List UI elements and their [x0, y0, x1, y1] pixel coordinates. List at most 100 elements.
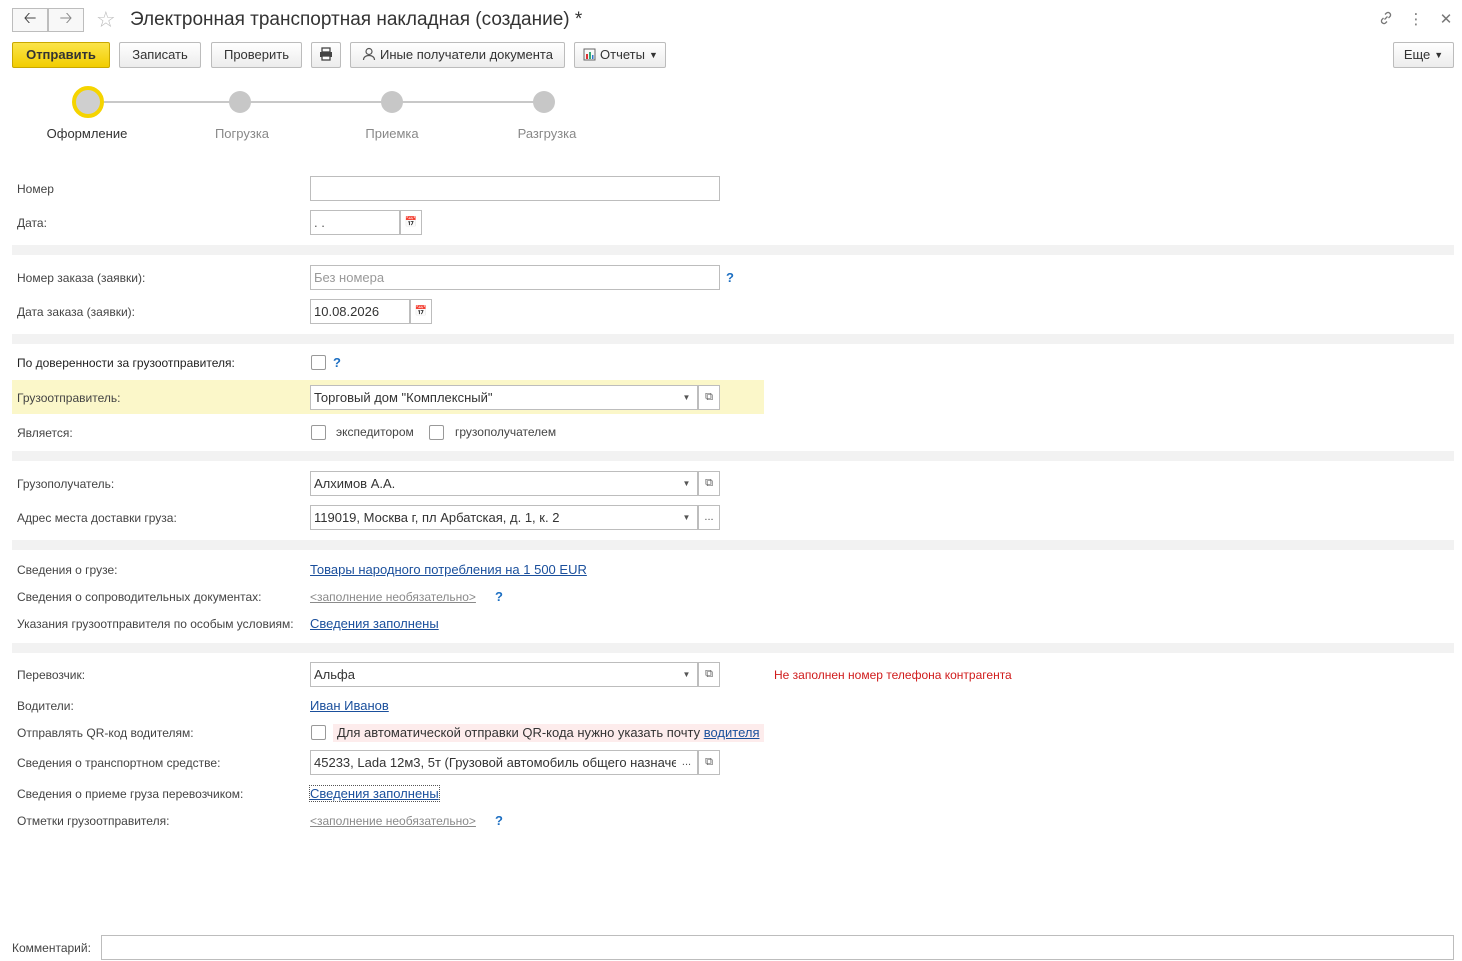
reports-label: Отчеты: [600, 47, 645, 62]
driver-email-link[interactable]: водителя: [704, 725, 760, 740]
steps-connector: [104, 101, 544, 103]
special-conditions-link[interactable]: Сведения заполнены: [310, 616, 439, 631]
by-proxy-checkbox[interactable]: [311, 355, 326, 370]
shipper-open-button[interactable]: ⧉: [698, 385, 720, 410]
drivers-link[interactable]: Иван Иванов: [310, 698, 389, 713]
carrier-acceptance-label: Сведения о приеме груза перевозчиком:: [17, 787, 244, 801]
is-label: Является:: [17, 426, 73, 440]
number-label: Номер: [17, 182, 54, 196]
delivery-address-input[interactable]: 119019, Москва г, пл Арбатская, д. 1, к.…: [310, 505, 678, 530]
order-number-label: Номер заказа (заявки):: [17, 271, 146, 285]
open-window-icon: ⧉: [705, 756, 713, 768]
shipper-dropdown-button[interactable]: ▼: [676, 385, 698, 410]
carrier-open-button[interactable]: ⧉: [698, 662, 720, 687]
cargo-info-link[interactable]: Товары народного потребления на 1 500 EU…: [310, 562, 587, 577]
chevron-down-icon: ▼: [682, 479, 691, 488]
vehicle-label: Сведения о транспортном средстве:: [17, 756, 221, 770]
section-divider: [12, 451, 1454, 461]
date-input[interactable]: . .: [310, 210, 400, 235]
delivery-address-dropdown-button[interactable]: ▼: [676, 505, 698, 530]
number-input[interactable]: [310, 176, 720, 201]
open-window-icon: ⧉: [705, 668, 713, 680]
calendar-icon: 📅: [404, 217, 418, 228]
vehicle-open-button[interactable]: ⧉: [698, 750, 720, 775]
back-button[interactable]: 🡠: [12, 8, 48, 32]
shipper-input[interactable]: Торговый дом "Комплексный": [310, 385, 678, 410]
carrier-phone-warning: Не заполнен номер телефона контрагента: [774, 668, 1012, 682]
order-date-calendar-button[interactable]: 📅: [410, 299, 432, 324]
section-divider: [12, 540, 1454, 550]
more-button[interactable]: Еще ▼: [1393, 42, 1454, 68]
report-icon: [583, 48, 596, 61]
special-conditions-label: Указания грузоотправителя по особым усло…: [17, 617, 294, 631]
ellipsis-icon: ...: [704, 511, 714, 523]
shipper-label: Грузоотправитель:: [17, 391, 121, 405]
favorite-star-icon[interactable]: ☆: [96, 7, 116, 33]
consignee-input[interactable]: Алхимов А.А.: [310, 471, 678, 496]
more-menu-icon[interactable]: ⋮: [1406, 10, 1426, 28]
step-label-acceptance[interactable]: Приемка: [337, 126, 447, 141]
forward-button[interactable]: 🡢: [48, 8, 84, 32]
other-recipients-button[interactable]: Иные получатели документа: [350, 42, 565, 68]
step-dot-unloading[interactable]: [533, 91, 555, 113]
chevron-down-icon: ▼: [682, 513, 691, 522]
shipper-marks-label: Отметки грузоотправителя:: [17, 814, 170, 828]
print-button[interactable]: [311, 42, 341, 68]
date-label: Дата:: [17, 216, 47, 230]
carrier-input[interactable]: Альфа: [310, 662, 678, 687]
date-calendar-button[interactable]: 📅: [400, 210, 422, 235]
carrier-dropdown-button[interactable]: ▼: [676, 662, 698, 687]
chevron-down-icon: ▼: [1434, 50, 1444, 60]
step-dot-acceptance[interactable]: [381, 91, 403, 113]
by-proxy-help-icon[interactable]: ?: [333, 355, 341, 370]
chevron-down-icon: ▼: [682, 393, 691, 402]
consignee-open-button[interactable]: ⧉: [698, 471, 720, 496]
drivers-label: Водители:: [17, 699, 74, 713]
forwarder-checkbox[interactable]: [311, 425, 326, 440]
shipper-marks-help-icon[interactable]: ?: [495, 813, 503, 828]
carrier-acceptance-link[interactable]: Сведения заполнены: [309, 785, 440, 802]
shipper-marks-link[interactable]: <заполнение необязательно>: [310, 814, 476, 828]
reports-button[interactable]: Отчеты ▼: [574, 42, 666, 68]
send-qr-checkbox[interactable]: [311, 725, 326, 740]
step-label-registration[interactable]: Оформление: [32, 126, 142, 141]
open-window-icon: ⧉: [705, 391, 713, 403]
comment-label: Комментарий:: [12, 941, 91, 955]
send-qr-note: Для автоматической отправки QR-кода нужн…: [333, 724, 764, 742]
consignee-role-checkbox[interactable]: [429, 425, 444, 440]
link-icon[interactable]: [1376, 10, 1396, 30]
chevron-down-icon: ▼: [682, 670, 691, 679]
page-title: Электронная транспортная накладная (созд…: [130, 9, 583, 30]
vehicle-input[interactable]: 45233, Lada 12м3, 5т (Грузовой автомобил…: [310, 750, 678, 775]
chevron-down-icon: ▼: [648, 50, 658, 60]
accompanying-docs-link[interactable]: <заполнение необязательно>: [310, 590, 476, 604]
order-number-help-icon[interactable]: ?: [726, 270, 734, 285]
close-icon[interactable]: ✕: [1436, 10, 1456, 28]
step-label-loading[interactable]: Погрузка: [187, 126, 297, 141]
by-proxy-label: По доверенности за грузоотправителя:: [17, 356, 235, 370]
consignee-role-label: грузополучателем: [455, 425, 557, 439]
accompanying-docs-label: Сведения о сопроводительных документах:: [17, 590, 262, 604]
order-date-input[interactable]: 10.08.2026: [310, 299, 410, 324]
open-window-icon: ⧉: [705, 477, 713, 489]
order-number-input[interactable]: Без номера: [310, 265, 720, 290]
section-divider: [12, 245, 1454, 255]
vehicle-select-button[interactable]: ...: [676, 750, 698, 775]
send-qr-note-text: Для автоматической отправки QR-кода нужн…: [337, 725, 701, 740]
step-dot-loading[interactable]: [229, 91, 251, 113]
more-label: Еще: [1403, 47, 1431, 62]
step-dot-registration[interactable]: [72, 86, 104, 118]
comment-input[interactable]: [101, 935, 1454, 960]
ellipsis-icon: ...: [681, 756, 692, 768]
consignee-dropdown-button[interactable]: ▼: [676, 471, 698, 496]
accompanying-docs-help-icon[interactable]: ?: [495, 589, 503, 604]
calendar-icon: 📅: [414, 306, 428, 317]
check-button[interactable]: Проверить: [211, 42, 302, 68]
send-button[interactable]: Отправить: [12, 42, 110, 68]
save-button[interactable]: Записать: [119, 42, 201, 68]
order-date-label: Дата заказа (заявки):: [17, 305, 135, 319]
step-label-unloading[interactable]: Разгрузка: [492, 126, 602, 141]
delivery-address-select-button[interactable]: ...: [698, 505, 720, 530]
send-qr-label: Отправлять QR-код водителям:: [17, 726, 194, 740]
other-recipients-label: Иные получатели документа: [380, 47, 553, 62]
